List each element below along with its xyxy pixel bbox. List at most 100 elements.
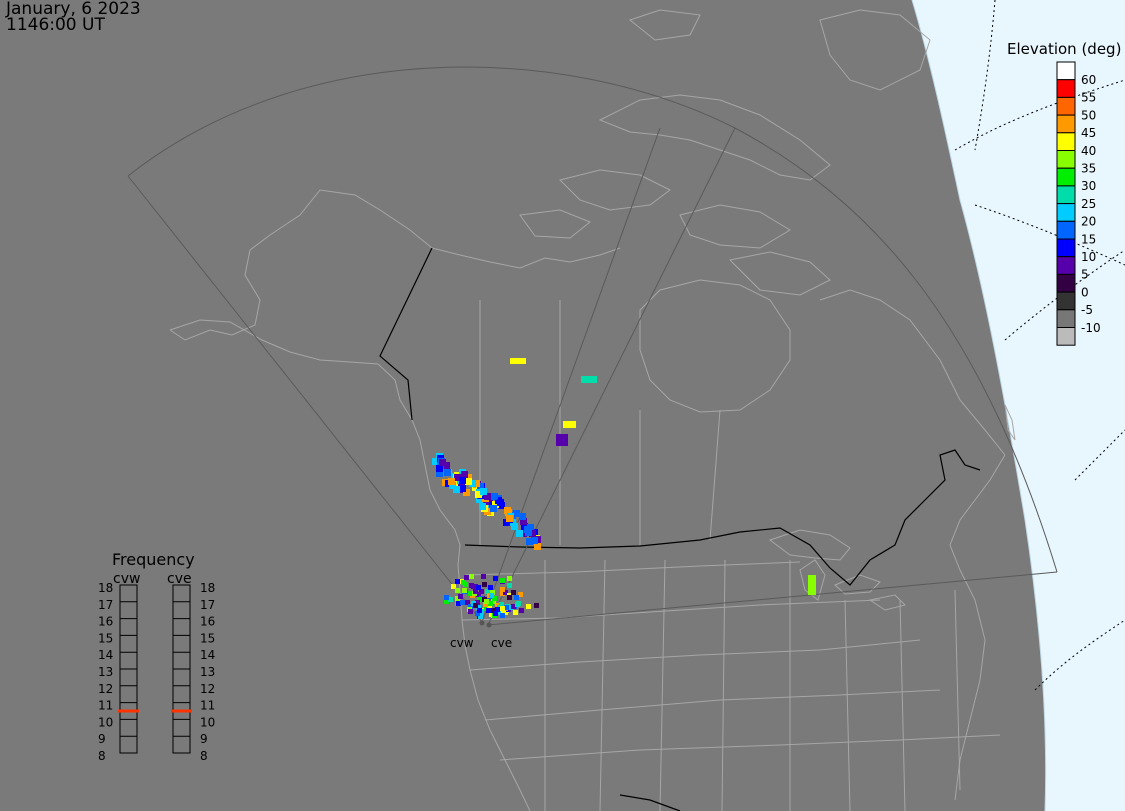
frequency-scale-label: 12	[98, 682, 113, 696]
frequency-scale-label: 15	[200, 631, 215, 645]
legend-label: 45	[1081, 126, 1096, 140]
echo-cell	[453, 486, 460, 493]
legend-swatch	[1056, 114, 1076, 134]
legend-swatch	[1056, 238, 1076, 258]
echo-cell	[581, 376, 597, 383]
echo-cell	[484, 599, 489, 604]
echo-cell	[511, 523, 518, 530]
echo-cell	[563, 421, 576, 428]
frequency-scale-label: 14	[98, 648, 113, 662]
echo-cell	[489, 593, 494, 598]
legend-label: 15	[1081, 232, 1096, 246]
echo-cell	[507, 583, 512, 588]
frequency-scale-label: 12	[200, 682, 215, 696]
echo-cell	[448, 478, 455, 485]
echo-cell	[444, 595, 449, 600]
echo-cell	[444, 469, 451, 476]
echo-cell	[556, 434, 568, 446]
echo-cell	[479, 503, 486, 510]
echo-cell	[516, 530, 523, 537]
frequency-scale-label: 18	[98, 581, 113, 595]
frequency-scale-label: 9	[200, 732, 208, 746]
legend-label: 30	[1081, 179, 1096, 193]
legend-label: -10	[1081, 321, 1101, 335]
echo-cell	[507, 576, 512, 581]
echo-cell	[506, 515, 513, 522]
legend-label: 50	[1081, 108, 1096, 122]
echo-cell	[486, 608, 491, 613]
map-view: cvw cve Elevation (deg) 60 55 50 45 40 35 30 25…	[0, 0, 1125, 811]
echo-cell	[465, 478, 472, 485]
frequency-scale-label: 15	[98, 631, 113, 645]
legend-label: 60	[1081, 73, 1096, 87]
echo-cell	[459, 477, 466, 484]
legend-swatch	[1056, 61, 1076, 81]
legend-swatch	[1056, 327, 1076, 346]
legend-label: 40	[1081, 144, 1096, 158]
echo-cell	[493, 611, 498, 616]
echo-cell	[473, 603, 478, 608]
frequency-title: Frequency	[112, 550, 195, 569]
echo-cell	[531, 537, 538, 544]
echo-cell	[500, 613, 505, 618]
echo-cell	[477, 608, 482, 613]
echo-cell	[534, 603, 539, 608]
echo-cell	[493, 576, 498, 581]
radar-label-cvw: cvw	[450, 636, 474, 650]
echo-cell	[808, 575, 816, 595]
echo-cell	[500, 587, 505, 592]
frequency-scale-label: 16	[98, 615, 113, 629]
echo-cell	[461, 471, 468, 478]
legend-swatch	[1056, 203, 1076, 222]
echo-cell	[516, 601, 521, 606]
echo-cell	[468, 609, 473, 614]
echo-cell	[459, 485, 466, 492]
radar-site-markers: cvw cve	[450, 620, 512, 650]
legend-swatch	[1056, 273, 1076, 293]
country-borders	[379, 247, 981, 811]
echo-cell	[491, 493, 498, 500]
echo-cell	[526, 604, 531, 609]
frequency-scale-label: 10	[98, 715, 113, 729]
legend-swatch	[1056, 79, 1076, 98]
echo-cell	[455, 579, 460, 584]
frequency-scale-label: 17	[98, 598, 113, 612]
frequency-panel: Frequency cvw cve 18 1817 1716 1615 1514 1413…	[98, 550, 215, 763]
legend-label: 55	[1081, 91, 1096, 105]
radar-site-cve	[486, 622, 492, 628]
legend-label: 10	[1081, 250, 1096, 264]
legend-swatch	[1056, 309, 1076, 328]
echo-cell	[500, 606, 505, 611]
echo-cell	[458, 594, 463, 599]
radar-site-cvw	[479, 620, 485, 626]
frequency-scale-label: 11	[98, 699, 113, 713]
echo-cell	[500, 578, 505, 583]
frequency-scale-label: 11	[200, 699, 215, 713]
legend-swatch	[1056, 256, 1076, 275]
legend-swatch	[1056, 96, 1076, 116]
frequency-scale-label: 13	[200, 665, 215, 679]
land-outlines	[169, 9, 1016, 811]
legend-label: 20	[1081, 215, 1096, 229]
echo-cell	[513, 610, 518, 615]
echo-cell	[490, 505, 497, 512]
echo-cell	[525, 529, 532, 536]
echo-cell	[511, 590, 516, 595]
legend-label: -5	[1081, 303, 1093, 317]
frequency-scale-label: 18	[200, 581, 215, 595]
echo-cell	[514, 595, 519, 600]
echo-cell	[464, 575, 469, 580]
frequency-scale-label: 13	[98, 665, 113, 679]
echo-cell	[436, 465, 443, 472]
legend-swatch	[1056, 185, 1076, 205]
echo-cell	[482, 582, 487, 587]
echo-cell	[469, 574, 474, 579]
legend-swatch	[1056, 220, 1076, 240]
legend-swatch	[1056, 291, 1076, 311]
echo-cell	[481, 574, 486, 579]
frequency-scale-label: 17	[200, 598, 215, 612]
legend-swatch	[1056, 132, 1076, 152]
frequency-scale-label: 14	[200, 648, 215, 662]
legend-swatch	[1056, 150, 1076, 169]
legend-label: 5	[1081, 268, 1089, 282]
